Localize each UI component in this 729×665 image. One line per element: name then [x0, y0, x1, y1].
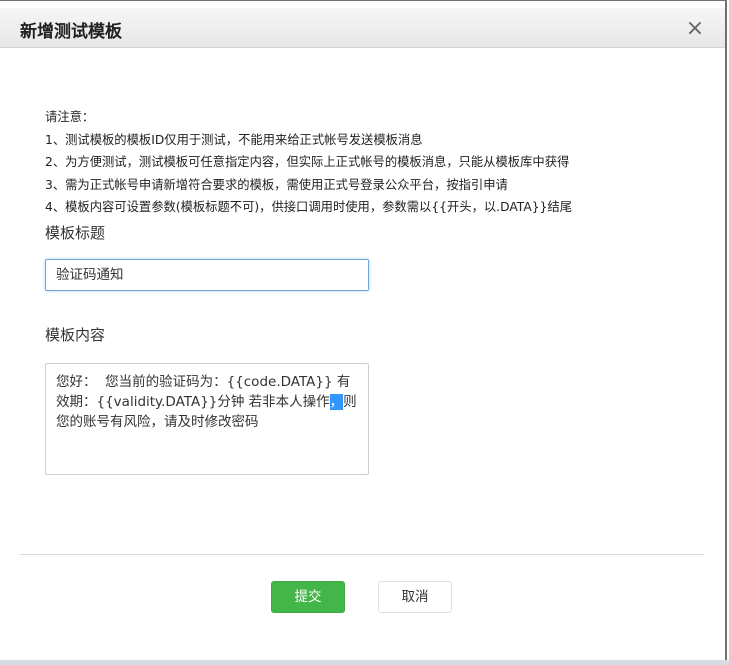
- template-title-input[interactable]: 验证码通知: [45, 259, 369, 291]
- footer-divider: [20, 554, 704, 555]
- notice-item: 4、模板内容可设置参数(模板标题不可)，供接口调用时使用，参数需以{{开头，以.…: [45, 200, 572, 214]
- dialog-titlebar: 新增测试模板 ×: [0, 8, 725, 48]
- template-content-label: 模板内容: [45, 326, 106, 344]
- template-content-textarea[interactable]: 您好： 您当前的验证码为：{{code.DATA}} 有效期：{{validit…: [45, 363, 369, 475]
- notice-item: 3、需为正式帐号申请新增符合要求的模板，需使用正式号登录公众平台，按指引申请: [45, 177, 508, 192]
- notice-item: 1、测试模板的模板ID仅用于测试，不能用来给正式帐号发送模板消息: [45, 132, 423, 147]
- notice-item: 2、为方便测试，测试模板可任意指定内容，但实际上正式帐号的模板消息，只能从模板库…: [45, 155, 570, 169]
- dialog: 新增测试模板 × 请注意： 1、测试模板的模板ID仅用于测试，不能用来给正式帐号…: [0, 0, 727, 663]
- content-text: 您好： 您当前的验证码为：{{code.DATA}} 有效期：{{validit…: [56, 374, 351, 410]
- selected-text: ，: [329, 394, 344, 410]
- dialog-title: 新增测试模板: [20, 22, 122, 42]
- notice-text: 请注意： 1、测试模板的模板ID仅用于测试，不能用来给正式帐号发送模板消息 2、…: [45, 106, 685, 219]
- template-title-label: 模板标题: [45, 224, 106, 242]
- submit-button[interactable]: 提交: [271, 581, 345, 613]
- cancel-button[interactable]: 取消: [378, 581, 452, 613]
- close-icon[interactable]: ×: [683, 17, 707, 41]
- background-strip: [0, 660, 729, 665]
- notice-heading: 请注意：: [45, 110, 95, 124]
